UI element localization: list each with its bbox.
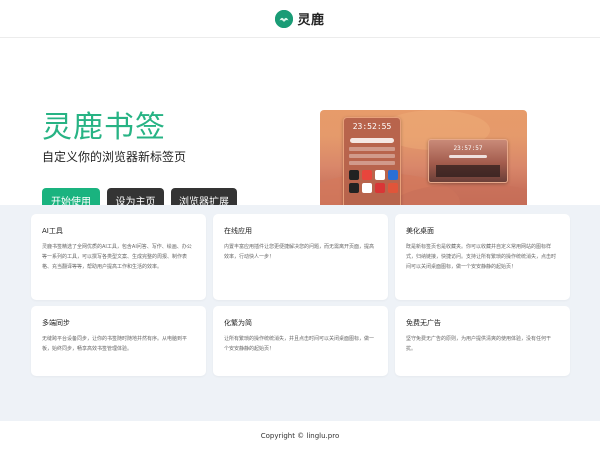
app-icon: [349, 183, 359, 193]
phone-app-grid: [349, 170, 398, 193]
feature-title: 化繁为简: [224, 319, 252, 327]
desktop-preview-search: [449, 155, 487, 158]
app-icon: [362, 183, 372, 193]
phone-preview-search: [350, 138, 394, 143]
feature-description: 既是新标签页也是收藏夹。你可以收藏并自定义常用网站的图标样式，归纳链接，快捷访问…: [406, 244, 557, 270]
feature-card-online-apps[interactable]: 在线应用 内置丰富应用插件让您更便捷解决您的问题，而无需离开页面，提高效率，行动…: [213, 214, 388, 300]
feature-title: 美化桌面: [406, 227, 434, 235]
phone-preview-row: [349, 154, 395, 158]
feature-title: 免费无广告: [406, 319, 441, 327]
app-icon: [388, 183, 398, 193]
desktop-preview: 23:57:57: [428, 139, 508, 183]
site-header: 灵鹿: [0, 0, 600, 38]
app-icon: [349, 170, 359, 180]
site-footer: Copyright © linglu.pro: [0, 421, 600, 450]
phone-preview-time: 23:52:55: [352, 122, 392, 131]
feature-description: 坚守免费无广告的原则，为用户提供清爽的使用体验，没有任何干扰。: [406, 336, 552, 352]
desktop-preview-time: 23:57:57: [453, 145, 483, 152]
phone-preview-row: [349, 147, 395, 151]
hero-subtitle: 自定义你的浏览器新标签页: [42, 150, 187, 164]
feature-card-no-ads[interactable]: 免费无广告 坚守免费无广告的原则，为用户提供清爽的使用体验，没有任何干扰。: [395, 306, 570, 376]
feature-description: 灵鹿书签精选了全网优质的AI工具，包含AI问答、写作、绘画、办公等一系列的工具，…: [42, 244, 192, 270]
phone-preview-row: [349, 161, 395, 165]
feature-card-simplify[interactable]: 化繁为简 让所有繁琐的操作统统消失，并且点击时间可以关闭桌面图标，做一个安安静静…: [213, 306, 388, 376]
hero-section: 灵鹿书签 自定义你的浏览器新标签页 开始使用 设为主页 浏览器扩展 23:57:…: [0, 38, 600, 213]
phone-preview: 23:52:55: [343, 117, 401, 211]
deer-logo-icon: [275, 9, 294, 28]
app-icon: [375, 170, 385, 180]
brand[interactable]: 灵鹿: [275, 9, 324, 28]
feature-title: 多端同步: [42, 319, 70, 327]
app-icon: [388, 170, 398, 180]
feature-description: 让所有繁琐的操作统统消失，并且点击时间可以关闭桌面图标，做一个安安静静的起始页！: [224, 336, 375, 352]
feature-description: 无缝跨平台设备同步，让你的书签随时随地井然有序。从电脑到平板，始终同步，畅享高效…: [42, 336, 188, 352]
feature-title: 在线应用: [224, 227, 252, 235]
desktop-preview-shadow: [436, 165, 500, 177]
product-preview-image: 23:57:57 23:52:55: [320, 110, 527, 213]
feature-description: 内置丰富应用插件让您更便捷解决您的问题，而无需离开页面，提高效率，行动快人一步！: [224, 244, 375, 260]
hero-title: 灵鹿书签: [42, 110, 166, 145]
features-section: AI工具 灵鹿书签精选了全网优质的AI工具，包含AI问答、写作、绘画、办公等一系…: [0, 205, 600, 421]
copyright-text: Copyright © linglu.pro: [260, 431, 340, 440]
feature-card-ai-tools[interactable]: AI工具 灵鹿书签精选了全网优质的AI工具，包含AI问答、写作、绘画、办公等一系…: [31, 214, 206, 300]
app-icon: [375, 183, 385, 193]
feature-card-multi-sync[interactable]: 多端同步 无缝跨平台设备同步，让你的书签随时随地井然有序。从电脑到平板，始终同步…: [31, 306, 206, 376]
app-icon: [362, 170, 372, 180]
feature-card-beautify-desktop[interactable]: 美化桌面 既是新标签页也是收藏夹。你可以收藏并自定义常用网站的图标样式，归纳链接…: [395, 214, 570, 300]
brand-name: 灵鹿: [297, 13, 325, 28]
feature-title: AI工具: [42, 227, 63, 235]
